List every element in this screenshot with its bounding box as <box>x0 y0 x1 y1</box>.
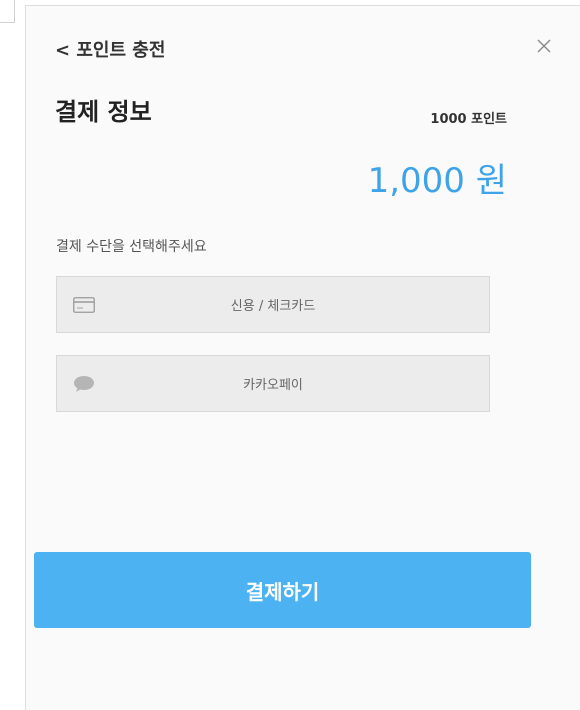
close-icon <box>537 39 551 53</box>
background-window-edge <box>0 0 15 23</box>
price-amount: 1,000 원 <box>367 161 507 201</box>
back-button[interactable]: < 포인트 충전 <box>55 35 165 63</box>
payment-info-title: 결제 정보 <box>55 98 152 126</box>
method-kakaopay-button[interactable]: 카카오페이 <box>56 355 490 412</box>
method-kakaopay-label: 카카오페이 <box>243 378 303 393</box>
method-prompt: 결제 수단을 선택해주세요 <box>56 239 207 255</box>
point-charge-modal: < 포인트 충전 결제 정보 1000 포인트 1,000 원 결제 수단을 선… <box>25 5 580 710</box>
page: < 포인트 충전 결제 정보 1000 포인트 1,000 원 결제 수단을 선… <box>0 0 580 710</box>
pay-button-label: 결제하기 <box>245 579 320 604</box>
method-card-button[interactable]: 신용 / 체크카드 <box>56 276 490 333</box>
points-amount: 1000 포인트 <box>430 112 507 127</box>
back-label: < 포인트 충전 <box>55 40 166 61</box>
pay-button[interactable]: 결제하기 <box>34 552 531 628</box>
method-card-label: 신용 / 체크카드 <box>230 299 316 314</box>
close-button[interactable] <box>529 31 559 61</box>
